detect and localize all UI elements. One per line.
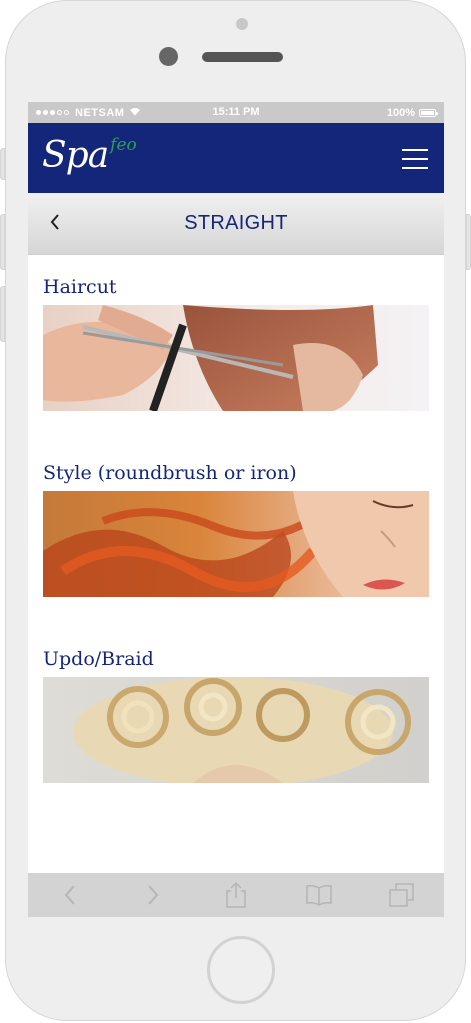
bookmarks-icon[interactable] bbox=[304, 880, 334, 910]
status-bar: NETSAM 15:11 PM 100% bbox=[28, 102, 444, 123]
spafeo-logo[interactable]: Spa feo bbox=[42, 131, 137, 181]
service-list: Haircut Style (roundbrush or iron) Updo/… bbox=[28, 255, 444, 783]
service-title[interactable]: Style (roundbrush or iron) bbox=[43, 461, 429, 485]
service-title[interactable]: Haircut bbox=[43, 275, 429, 299]
earpiece-speaker bbox=[202, 52, 283, 62]
updo-image[interactable] bbox=[43, 677, 429, 783]
status-time: 15:11 PM bbox=[212, 106, 260, 118]
front-camera bbox=[159, 47, 178, 66]
screen: NETSAM 15:11 PM 100% Spa feo STRAIGHT Ha… bbox=[28, 102, 444, 917]
tabs-icon[interactable] bbox=[387, 880, 417, 910]
logo-sup-text: feo bbox=[110, 135, 137, 155]
logo-text: Spa bbox=[42, 135, 109, 176]
browser-back-icon[interactable] bbox=[55, 880, 85, 910]
service-title[interactable]: Updo/Braid bbox=[43, 647, 429, 671]
page-title: STRAIGHT bbox=[184, 212, 288, 234]
share-icon[interactable] bbox=[221, 880, 251, 910]
page-title-bar: STRAIGHT bbox=[28, 193, 444, 255]
service-card-haircut[interactable]: Haircut bbox=[43, 275, 429, 411]
menu-icon[interactable] bbox=[402, 149, 428, 169]
app-header: Spa feo bbox=[28, 123, 444, 193]
mute-switch bbox=[0, 148, 5, 180]
home-button[interactable] bbox=[207, 936, 275, 1004]
service-card-updo[interactable]: Updo/Braid bbox=[43, 647, 429, 783]
service-card-style[interactable]: Style (roundbrush or iron) bbox=[43, 461, 429, 597]
battery-icon bbox=[419, 108, 438, 117]
haircut-image[interactable] bbox=[43, 305, 429, 411]
volume-down-button bbox=[0, 286, 5, 342]
browser-forward-icon[interactable] bbox=[138, 880, 168, 910]
power-button bbox=[466, 214, 471, 270]
style-image[interactable] bbox=[43, 491, 429, 597]
browser-toolbar bbox=[28, 873, 444, 917]
front-sensor bbox=[236, 18, 248, 30]
volume-up-button bbox=[0, 214, 5, 270]
